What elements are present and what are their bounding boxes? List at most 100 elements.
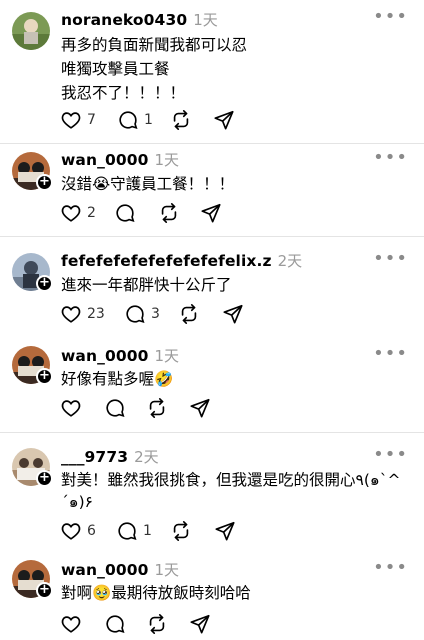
heart-icon — [61, 112, 81, 129]
comment-icon — [106, 399, 125, 418]
action-bar: 23 3 — [60, 303, 252, 325]
timestamp: 1天 — [154, 151, 180, 169]
share-icon — [190, 398, 210, 418]
like-count: 23 — [87, 306, 105, 322]
more-icon[interactable]: ••• — [373, 343, 408, 364]
like-button[interactable]: 2 — [60, 202, 114, 224]
username[interactable]: fefefefefefefefefefelix.z — [61, 252, 272, 270]
post-5: + ___9773 2天 ••• 對美！雖然我很挑食，但我還是吃的很開心٩(๑`^… — [0, 433, 424, 551]
repost-icon — [173, 521, 189, 541]
reply-count: 3 — [151, 306, 160, 322]
post-text-line: ´๑)۶ — [61, 493, 93, 511]
share-icon — [214, 110, 234, 130]
username[interactable]: ___9773 — [61, 448, 128, 466]
share-icon — [215, 521, 235, 541]
post-text-line: 唯獨攻擊員工餐 — [61, 60, 170, 78]
like-count: 2 — [87, 205, 96, 221]
action-bar: 2 — [60, 202, 230, 224]
username[interactable]: wan_0000 — [61, 561, 149, 579]
post-6: + wan_0000 1天 ••• 對啊🥹最期待放飯時刻哈哈 — [0, 552, 424, 640]
avatar[interactable] — [12, 12, 50, 50]
follow-plus-icon[interactable]: + — [36, 368, 53, 385]
more-icon[interactable]: ••• — [373, 248, 408, 269]
share-button[interactable] — [200, 202, 230, 224]
like-button[interactable]: 6 — [60, 520, 116, 542]
username[interactable]: wan_0000 — [61, 347, 149, 365]
post-text-line: 沒錯😭守護員工餐！！！ — [61, 175, 235, 193]
username[interactable]: wan_0000 — [61, 151, 149, 169]
reply-count: 1 — [144, 112, 153, 128]
like-button[interactable]: 7 — [60, 109, 117, 131]
timestamp: 1天 — [193, 11, 218, 29]
post-text-line: 再多的負面新聞我都可以忍 — [61, 36, 248, 54]
timestamp: 2天 — [277, 252, 303, 270]
more-icon[interactable]: ••• — [373, 6, 408, 27]
more-icon[interactable]: ••• — [373, 147, 408, 168]
repost-button[interactable] — [170, 109, 213, 131]
timestamp: 1天 — [154, 561, 180, 579]
reply-button[interactable]: 1 — [117, 109, 170, 131]
repost-button[interactable] — [146, 613, 189, 635]
follow-plus-icon[interactable]: + — [36, 174, 53, 191]
post-header: ___9773 2天 — [61, 446, 159, 466]
repost-button[interactable] — [158, 202, 200, 224]
comment-icon — [119, 111, 138, 130]
share-button[interactable] — [189, 613, 219, 635]
like-count: 6 — [87, 523, 96, 539]
repost-icon — [149, 398, 165, 418]
post-text-line: 好像有點多喔🤣 — [61, 370, 174, 388]
reply-count: 1 — [143, 523, 152, 539]
action-bar: 7 1 — [60, 109, 243, 131]
post-header: wan_0000 1天 — [61, 345, 179, 365]
comment-icon — [116, 204, 135, 223]
share-icon — [223, 304, 243, 324]
heart-icon — [61, 205, 81, 222]
reply-button[interactable] — [104, 397, 146, 419]
share-icon — [201, 203, 221, 223]
comment-icon — [106, 615, 125, 634]
share-button[interactable] — [214, 520, 244, 542]
like-count: 7 — [87, 112, 96, 128]
comment-icon — [118, 522, 137, 541]
post-1: noraneko0430 1天 ••• 再多的負面新聞我都可以忍 唯獨攻擊員工餐 … — [0, 0, 424, 160]
share-button[interactable] — [213, 109, 243, 131]
repost-icon — [149, 614, 165, 634]
timestamp: 2天 — [134, 448, 159, 466]
heart-icon — [61, 523, 81, 540]
post-text-line: 對美！雖然我很挑食，但我還是吃的很開心٩(๑`^ — [61, 471, 401, 489]
post-3: + fefefefefefefefefefelix.z 2天 ••• 進來一年都胖… — [0, 237, 424, 335]
reply-button[interactable]: 3 — [124, 303, 178, 325]
like-button[interactable]: 23 — [60, 303, 124, 325]
username[interactable]: noraneko0430 — [61, 11, 187, 29]
more-icon[interactable]: ••• — [373, 444, 408, 465]
follow-plus-icon[interactable]: + — [36, 582, 53, 599]
share-icon — [190, 614, 210, 634]
post-text-line: 我忍不了！！！！ — [61, 84, 186, 102]
follow-plus-icon[interactable]: + — [36, 275, 53, 292]
post-header: wan_0000 1天 — [61, 149, 179, 169]
repost-button[interactable] — [178, 303, 222, 325]
reply-button[interactable] — [114, 202, 158, 224]
post-header: noraneko0430 1天 — [61, 9, 218, 29]
repost-icon — [173, 110, 189, 130]
repost-button[interactable] — [170, 520, 214, 542]
like-button[interactable] — [60, 397, 104, 419]
comment-icon — [126, 305, 145, 324]
post-text-line: 對啊🥹最期待放飯時刻哈哈 — [61, 584, 251, 602]
action-bar: 6 1 — [60, 520, 244, 542]
heart-icon — [61, 306, 81, 323]
heart-icon — [61, 400, 81, 417]
follow-plus-icon[interactable]: + — [36, 470, 53, 487]
share-button[interactable] — [222, 303, 252, 325]
reply-button[interactable] — [104, 613, 146, 635]
repost-button[interactable] — [146, 397, 189, 419]
post-2: + wan_0000 1天 ••• 沒錯😭守護員工餐！！！ 2 — [0, 144, 424, 236]
more-icon[interactable]: ••• — [373, 557, 408, 578]
post-4: + wan_0000 1天 ••• 好像有點多喔🤣 — [0, 336, 424, 426]
reply-button[interactable]: 1 — [116, 520, 170, 542]
like-button[interactable] — [60, 613, 104, 635]
repost-icon — [181, 304, 197, 324]
heart-icon — [61, 616, 81, 633]
share-button[interactable] — [189, 397, 219, 419]
action-bar — [60, 613, 219, 635]
